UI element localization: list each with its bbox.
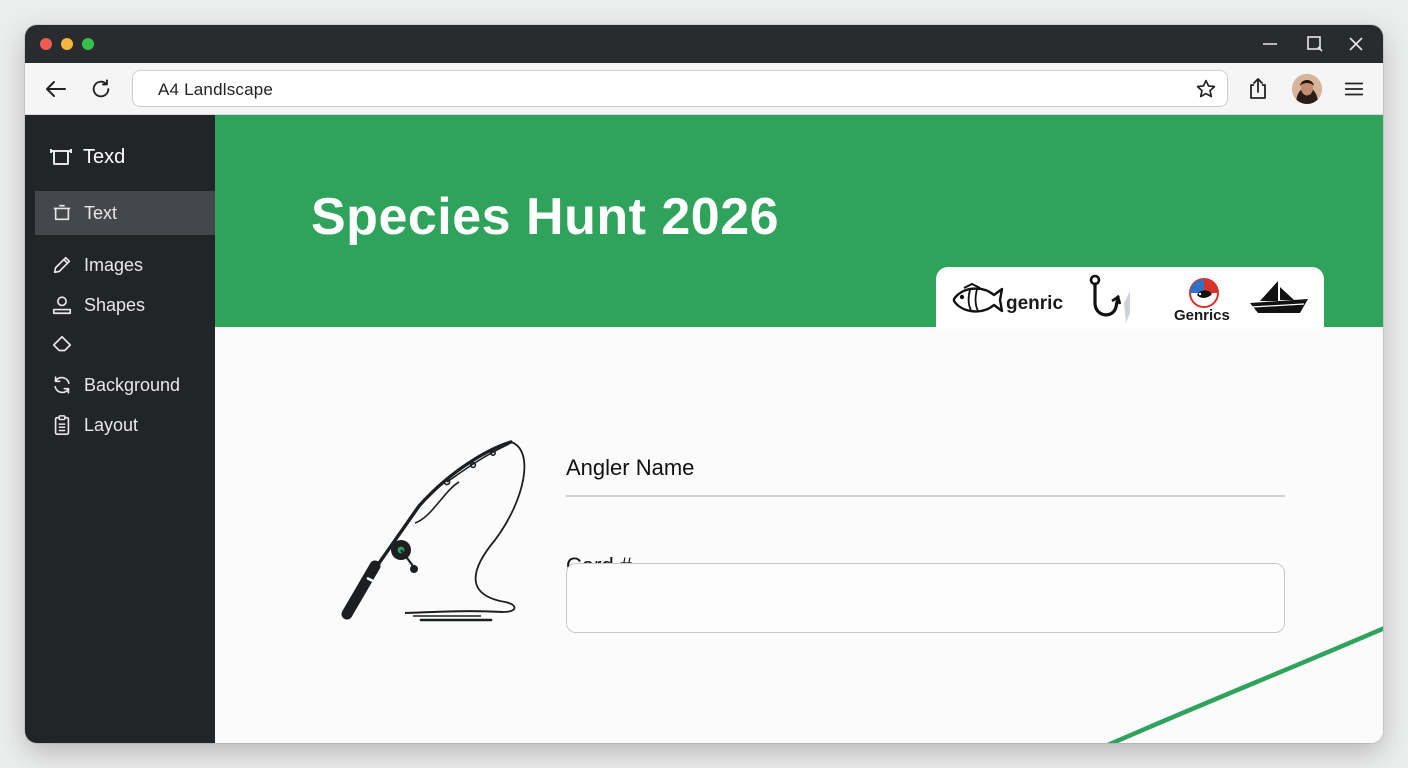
close-dot[interactable]	[40, 38, 52, 50]
sidebar-item-layout[interactable]: Layout	[35, 403, 215, 447]
refresh-icon	[51, 374, 73, 396]
address-bar[interactable]: A4 Landlscape	[132, 70, 1228, 107]
sidebar-item-images[interactable]: Images	[35, 243, 215, 287]
header-banner: Species Hunt 2026 genric Genrics	[215, 115, 1383, 329]
diamond-icon	[51, 334, 73, 356]
frame-icon	[49, 145, 73, 169]
banner-title[interactable]: Species Hunt 2026	[311, 187, 779, 247]
minimize-dot[interactable]	[61, 38, 73, 50]
card-number-input[interactable]	[566, 563, 1285, 633]
angler-name-label: Angler Name	[566, 455, 695, 480]
reload-icon[interactable]	[88, 76, 114, 102]
sidebar-item-label: Images	[84, 254, 144, 275]
sidebar-item-background[interactable]: Background	[35, 363, 215, 407]
back-arrow-icon[interactable]	[43, 76, 69, 102]
person-icon	[51, 294, 73, 316]
sidebar-header[interactable]: Texd	[49, 145, 125, 169]
clipboard-icon	[51, 414, 73, 436]
address-text: A4 Landlscape	[158, 80, 274, 99]
sidebar-header-label: Texd	[83, 145, 126, 168]
sponsor-logos: genric Genrics	[936, 267, 1324, 329]
fish-icon	[950, 281, 1004, 324]
minimize-icon[interactable]	[1258, 33, 1282, 55]
boat-icon	[1248, 277, 1310, 322]
menu-icon[interactable]	[1341, 76, 1367, 102]
angler-name-field[interactable]	[566, 495, 1285, 497]
sidebar-item-label: Shapes	[84, 294, 146, 315]
pencil-icon	[51, 254, 73, 276]
sidebar-item-shapes[interactable]: Shapes	[35, 283, 215, 327]
close-icon[interactable]	[1344, 33, 1368, 55]
zoom-dot[interactable]	[82, 38, 94, 50]
logo-text-genric: genric	[1006, 293, 1064, 314]
share-icon[interactable]	[1245, 76, 1271, 102]
sidebar-item-diamond[interactable]	[35, 323, 215, 367]
browser-window: A4 Landlscape Texd Text Images Shapes Ba…	[25, 25, 1383, 743]
sidebar-item-label: Layout	[84, 414, 139, 435]
browser-toolbar: A4 Landlscape	[25, 63, 1383, 115]
logo-text-genrics: Genrics	[1174, 307, 1230, 324]
design-canvas[interactable]: Species Hunt 2026 genric Genrics Angler …	[215, 115, 1383, 743]
sidebar-item-label: Text	[84, 202, 118, 223]
sidebar-item-label: Background	[84, 374, 181, 395]
title-bar	[25, 25, 1383, 63]
sidebar-item-text[interactable]: Text	[35, 191, 215, 235]
star-icon[interactable]	[1195, 78, 1217, 100]
frame-icon	[51, 202, 73, 224]
sidebar: Texd Text Images Shapes Background Layou…	[25, 115, 215, 743]
fishing-rod-illustration	[341, 440, 526, 622]
hook-icon	[1086, 273, 1136, 330]
maximize-icon[interactable]	[1303, 33, 1327, 55]
avatar[interactable]	[1292, 74, 1322, 104]
